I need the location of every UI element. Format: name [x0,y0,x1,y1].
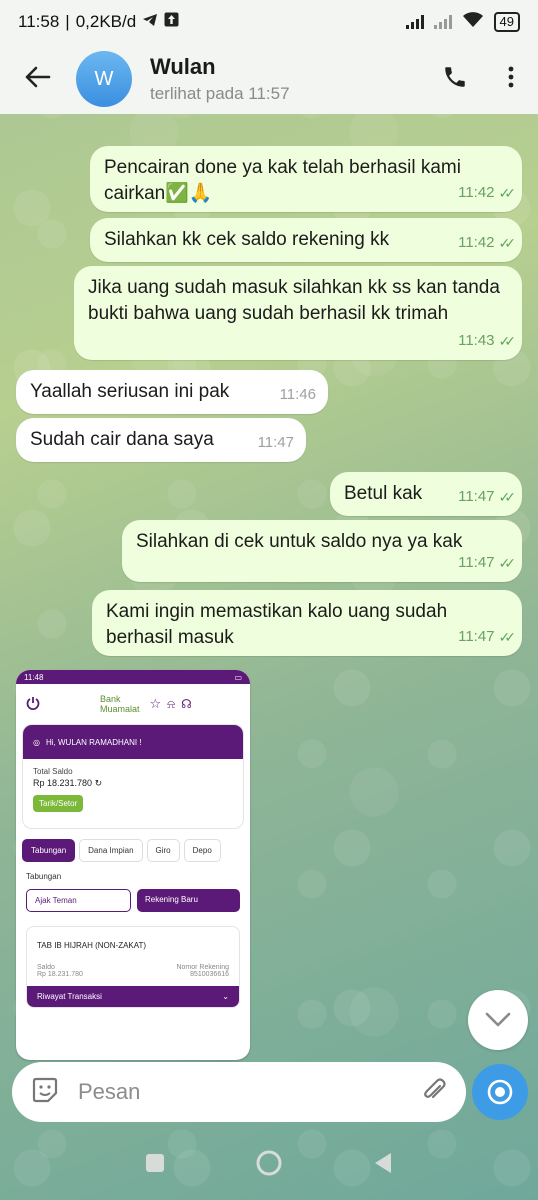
tab-tabungan: Tabungan [22,839,76,862]
last-seen-status: terlihat pada 11:57 [150,84,290,103]
refresh-icon: ↻ [94,778,103,788]
invite-friend-button: Ajak Teman [26,889,131,912]
double-check-icon: ✓✓ [498,185,517,201]
message-time: 11:43 [458,332,495,349]
camera-icon [487,1079,513,1105]
battery-icon: ▭ [234,672,242,682]
message-time: 11:42 [458,234,495,251]
message-bubble[interactable]: Jika uang sudah masuk silahkan kk ss kan… [74,266,522,360]
double-check-icon: ✓✓ [498,489,517,505]
bell-icon: ⍾ [167,696,176,711]
total-saldo-value: Rp 18.231.780 ↻ [33,778,103,788]
transaction-history-bar: Riwayat Transaksi ⌄ [27,986,239,1007]
double-check-icon: ✓✓ [498,235,517,251]
message-bubble[interactable]: Pencairan done ya kak telah berhasil kam… [90,146,522,212]
star-icon: ☆ [149,696,162,711]
wifi-icon [462,11,484,33]
message-text: Pencairan done ya kak telah berhasil kam… [104,157,461,204]
telegram-icon [142,12,158,32]
message-composer [12,1062,466,1122]
contact-name: Wulan [150,54,216,79]
bank-logo: Bank Muamalat [100,694,140,714]
total-saldo-label: Total Saldo [33,767,73,776]
section-title: Tabungan [26,872,62,881]
message-time: 11:47 [458,628,495,645]
more-options-icon[interactable] [508,65,514,94]
balance-card: ◎ Hi, WULAN RAMADHANI ! Total Saldo Rp 1… [22,724,244,829]
double-check-icon: ✓✓ [498,333,517,349]
message-text: Sudah cair dana saya [30,429,214,450]
back-icon[interactable] [373,1152,393,1179]
screenshot-status-bar: 11:48 ▭ [16,670,250,684]
power-icon [26,696,40,712]
double-check-icon: ✓✓ [498,629,517,645]
message-bubble[interactable]: Betul kak 11:47 ✓✓ [330,472,522,516]
back-arrow-icon[interactable] [0,62,76,96]
signal-icon [405,15,424,29]
camera-button[interactable] [472,1064,528,1120]
account-tabs: Tabungan Dana Impian Giro Depo [16,829,250,862]
home-icon[interactable] [255,1149,283,1182]
clock: 11:58 [18,12,60,31]
account-card: TAB IB HIJRAH (NON-ZAKAT) Saldo Rp 18.23… [26,926,240,1008]
greeting: Hi, WULAN RAMADHANI ! [45,737,142,747]
image-message[interactable]: 11:48 ▭ Bank Muamalat ☆ ⍾ ☊ ◎ Hi, WULAN … [16,670,250,1060]
phone-icon[interactable] [442,64,468,95]
message-text: Yaallah seriusan ini pak [30,381,230,402]
battery-icon: 49 [493,12,520,32]
message-time: 11:47 [458,488,495,505]
message-time: 11:42 [458,184,495,201]
chat-header: W Wulan terlihat pada 11:57 [0,44,538,114]
message-text: Kami ingin memastikan kalo uang sudah be… [106,601,448,648]
message-time: 11:47 [458,554,495,571]
message-time: 11:47 [257,434,294,451]
sticker-icon[interactable] [30,1075,60,1110]
message-bubble[interactable]: Yaallah seriusan ini pak 11:46 [16,370,328,414]
message-text: Silahkan di cek untuk saldo nya ya kak [136,531,463,552]
new-account-button: Rekening Baru [137,889,240,912]
tab-giro: Giro [146,839,180,862]
message-bubble[interactable]: Sudah cair dana saya 11:47 [16,418,306,462]
chevron-down-icon [485,1012,511,1027]
avatar[interactable]: W [76,51,132,107]
message-time: 11:46 [279,386,316,403]
system-nav-bar [0,1130,538,1200]
scroll-to-bottom-button[interactable] [468,990,528,1050]
message-input[interactable] [78,1079,378,1105]
double-check-icon: ✓✓ [498,555,517,571]
tarik-setor-button: Tarik/Setor [33,795,84,812]
recents-icon[interactable] [145,1153,165,1178]
tab-deposito: Depo [183,839,221,862]
message-text: Silahkan kk cek saldo rekening kk [104,229,390,250]
user-icon: ◎ [33,737,40,747]
signal-2-icon [433,15,452,29]
support-icon: ☊ [181,697,192,711]
chevron-down-icon: ⌄ [222,992,229,1001]
message-bubble[interactable]: Kami ingin memastikan kalo uang sudah be… [92,590,522,656]
message-text: Jika uang sudah masuk silahkan kk ss kan… [88,277,500,324]
screenshot-topbar: Bank Muamalat ☆ ⍾ ☊ [16,684,250,724]
contact-info[interactable]: Wulan terlihat pada 11:57 [150,54,290,104]
network-speed: 0,2KB/d [75,12,137,31]
account-name: TAB IB HIJRAH (NON-ZAKAT) [37,941,147,950]
message-bubble[interactable]: Silahkan di cek untuk saldo nya ya kak 1… [122,520,522,582]
attach-icon[interactable] [420,1076,448,1109]
tab-dana-impian: Dana Impian [79,839,143,862]
upload-icon [164,12,179,32]
message-bubble[interactable]: Silahkan kk cek saldo rekening kk 11:42 ✓… [90,218,522,262]
status-bar: 11:58 | 0,2KB/d 49 [0,0,538,44]
